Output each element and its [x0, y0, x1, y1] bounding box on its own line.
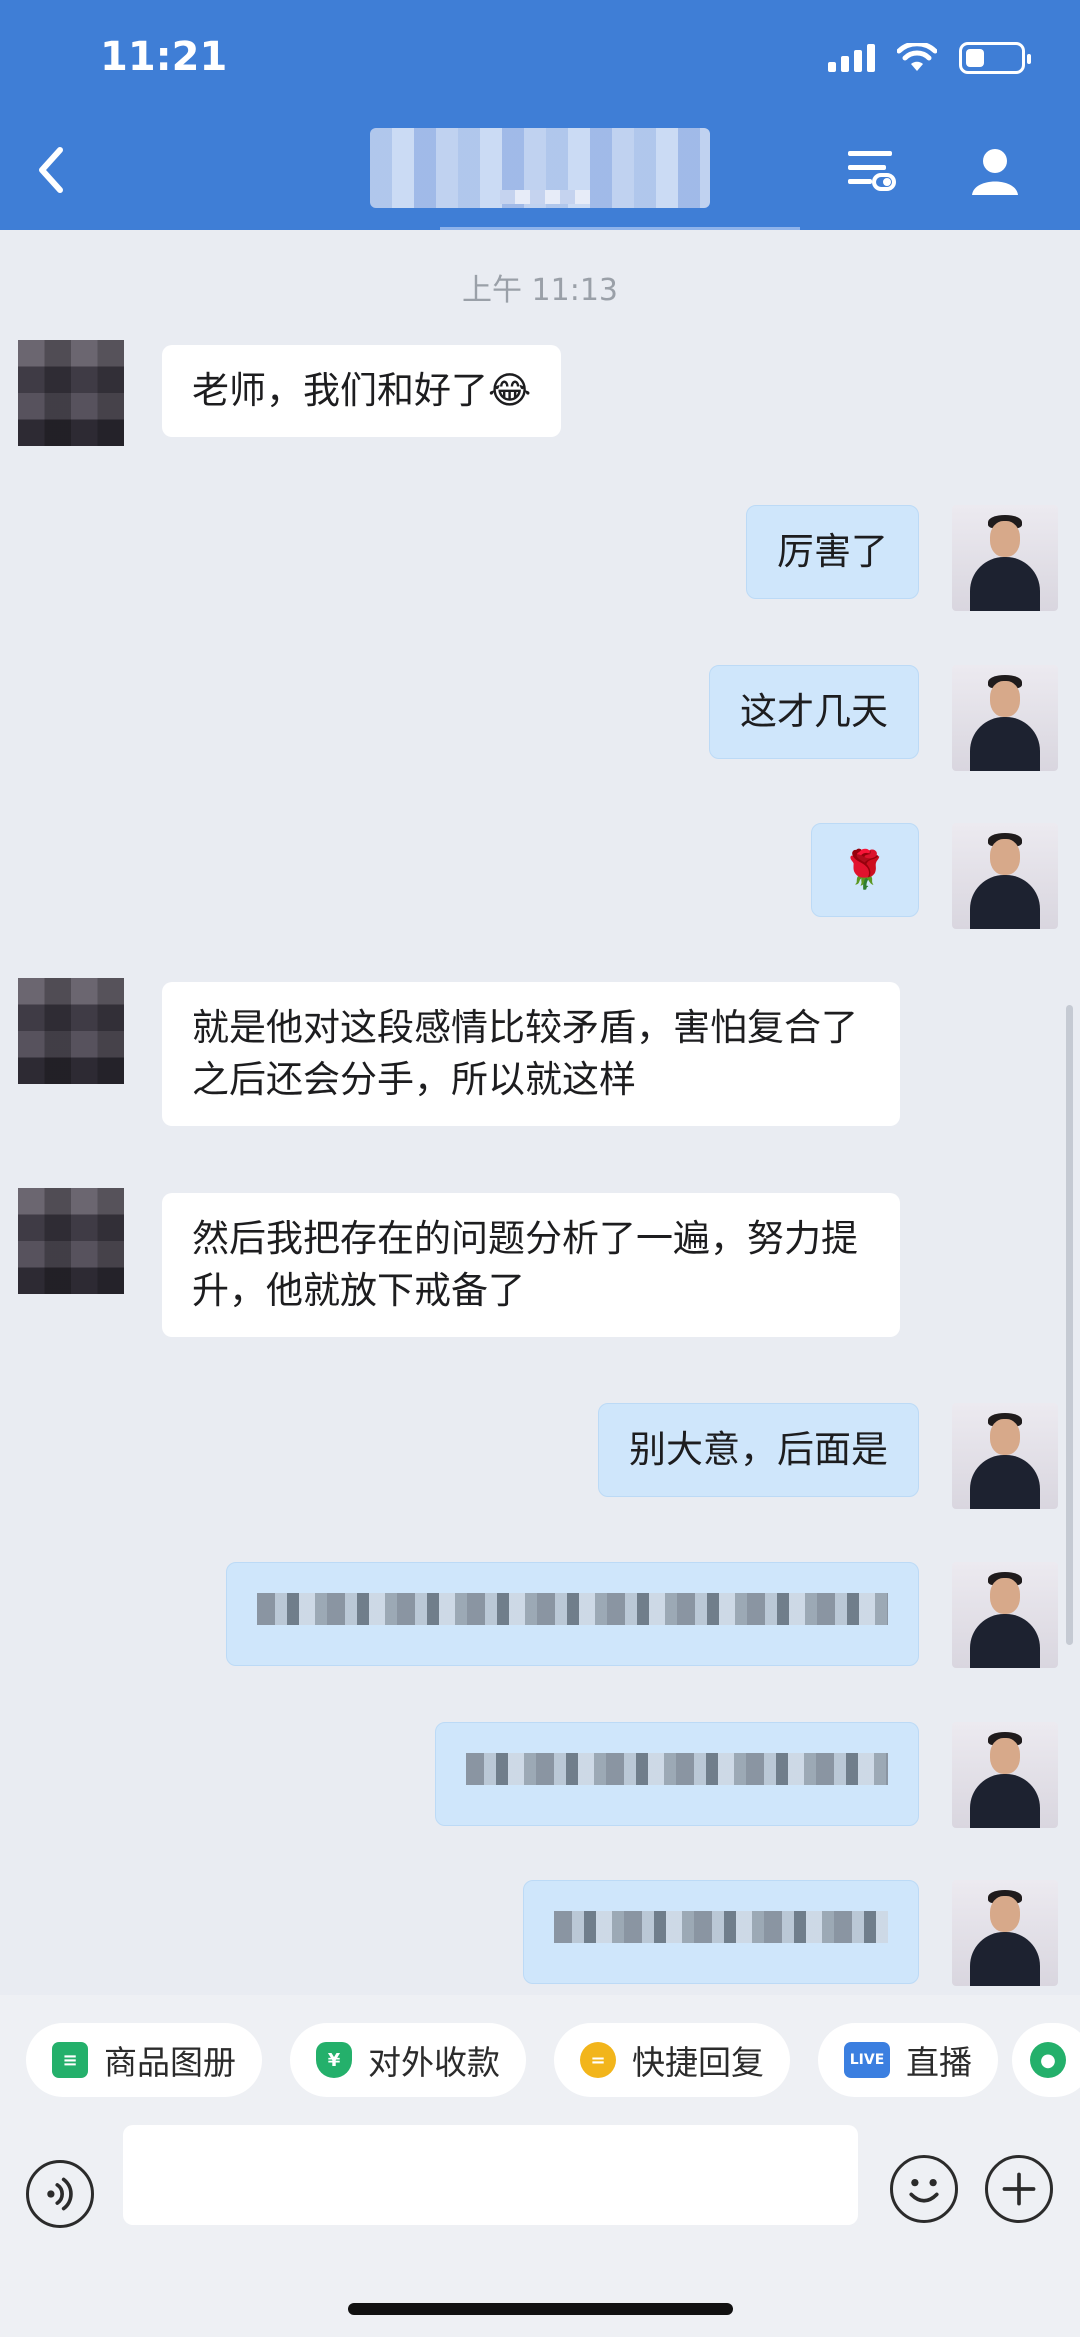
contact-avatar[interactable]: [18, 978, 124, 1084]
chat-settings-icon[interactable]: [846, 145, 896, 197]
quick-action-label: 快捷回复: [632, 2043, 764, 2082]
message-bubble-in[interactable]: 就是他对这段感情比较矛盾，害怕复合了之后还会分手，所以就这样: [162, 982, 900, 1126]
message-bubble-in[interactable]: 然后我把存在的问题分析了一遍，努力提升，他就放下戒备了: [162, 1193, 900, 1337]
quick-action-label: 直播: [906, 2043, 972, 2082]
catalog-icon: ≡: [52, 2042, 88, 2078]
message-input[interactable]: [123, 2125, 858, 2225]
wifi-icon: [897, 43, 937, 71]
rose-emoji-icon: 🌹: [841, 848, 888, 891]
message-text: 就是他对这段感情比较矛盾，害怕复合了之后还会分手，所以就这样: [192, 1006, 858, 1101]
quick-action-catalog[interactable]: ≡ 商品图册: [26, 2023, 262, 2097]
back-chevron-icon[interactable]: [28, 140, 72, 200]
emoji-icon[interactable]: [890, 2155, 958, 2223]
my-avatar[interactable]: [952, 665, 1058, 771]
message-bubble-out[interactable]: 厉害了: [746, 505, 919, 599]
message-bubble-redacted[interactable]: [226, 1562, 919, 1666]
redacted-text: [466, 1753, 888, 1785]
home-indicator: [348, 2303, 733, 2315]
my-avatar[interactable]: [952, 1880, 1058, 1986]
chat-scrollbar[interactable]: [1066, 1005, 1073, 1645]
redacted-text: [257, 1593, 888, 1625]
message-input-wrapper: [123, 2125, 858, 2225]
message-bubble-out[interactable]: 别大意，后面是: [598, 1403, 919, 1497]
message-text: 老师，我们和好了: [192, 369, 488, 412]
message-text: 厉害了: [777, 530, 888, 573]
my-avatar[interactable]: [952, 823, 1058, 929]
message-bubble-redacted[interactable]: [435, 1722, 919, 1826]
quick-action-label: 商品图册: [104, 2043, 236, 2082]
quick-action-payment[interactable]: ¥ 对外收款: [290, 2023, 526, 2097]
quick-action-live[interactable]: LIVE 直播: [818, 2023, 998, 2097]
title-underline: [440, 227, 800, 230]
status-icons: [828, 42, 1031, 74]
my-avatar[interactable]: [952, 505, 1058, 611]
contact-avatar[interactable]: [18, 340, 124, 446]
profile-icon[interactable]: [970, 145, 1020, 197]
status-time: 11:21: [100, 34, 228, 80]
message-bubble-out[interactable]: 这才几天: [709, 665, 919, 759]
quick-action-quick-reply[interactable]: = 快捷回复: [554, 2023, 790, 2097]
my-avatar[interactable]: [952, 1722, 1058, 1828]
redacted-text: [554, 1911, 888, 1943]
battery-icon: [959, 42, 1031, 74]
message-bubble-out[interactable]: 🌹: [810, 823, 919, 917]
message-text: 然后我把存在的问题分析了一遍，努力提升，他就放下戒备了: [192, 1217, 858, 1312]
quick-action-bar: ≡ 商品图册 ¥ 对外收款 = 快捷回复 LIVE 直播 ●: [0, 1995, 1080, 2125]
yuan-shield-icon: ¥: [316, 2042, 352, 2078]
chat-timestamp: 上午 11:13: [462, 273, 618, 308]
voice-input-icon[interactable]: [26, 2160, 94, 2228]
message-bubble-in[interactable]: 老师，我们和好了😂: [162, 345, 562, 437]
plus-icon[interactable]: [985, 2155, 1053, 2223]
contact-avatar[interactable]: [18, 1188, 124, 1294]
person-icon: ●: [1030, 2042, 1066, 2078]
chat-header: 11:21: [0, 0, 1080, 230]
contact-subtitle-redacted: [500, 190, 590, 204]
chat-screen: 11:21 上午 11:13 老师，我们和好了😂 厉害了 这才几天 🌹 就是他对…: [0, 0, 1080, 2337]
quick-reply-icon: =: [580, 2042, 616, 2078]
input-bar: [0, 2125, 1080, 2337]
message-text: 这才几天: [740, 690, 888, 733]
signal-icon: [828, 44, 875, 72]
live-icon: LIVE: [844, 2042, 890, 2078]
message-text: 别大意，后面是: [629, 1428, 888, 1471]
my-avatar[interactable]: [952, 1562, 1058, 1668]
message-bubble-redacted[interactable]: [523, 1880, 919, 1984]
laughing-crying-emoji-icon: 😂: [488, 369, 532, 412]
quick-action-label: 对外收款: [368, 2043, 500, 2082]
quick-action-more[interactable]: ●: [1012, 2023, 1080, 2097]
my-avatar[interactable]: [952, 1403, 1058, 1509]
